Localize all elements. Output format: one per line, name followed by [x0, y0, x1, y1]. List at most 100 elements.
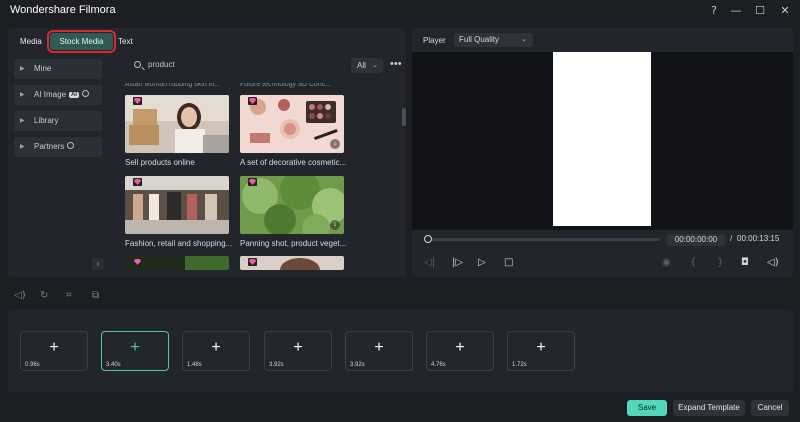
stop-icon[interactable]: □ — [504, 258, 513, 268]
caret-right-icon: ▶ — [20, 118, 25, 124]
add-clip-icon: + — [130, 339, 140, 356]
rotate-icon[interactable]: ↻ — [40, 290, 48, 301]
slot-duration: 1.48s — [187, 362, 202, 368]
stock-thumbnail[interactable] — [125, 256, 229, 270]
chevron-down-icon: ⌄ — [521, 36, 527, 43]
play-icon[interactable]: ▷ — [478, 258, 486, 268]
slot-duration: 3.92s — [350, 362, 365, 368]
playback-progress-bar[interactable] — [428, 238, 660, 241]
close-button[interactable]: ✕ — [776, 3, 794, 19]
slot-duration: 0.96s — [25, 362, 40, 368]
slot-duration: 3.40s — [106, 362, 121, 368]
stock-thumbnail[interactable]: ↓ — [240, 95, 344, 153]
search-input[interactable]: product — [126, 58, 344, 73]
player-panel: Player Full Quality ⌄ 00:00:00:00 / 00:0… — [412, 28, 793, 277]
thumbnail-label: Panning shot, product veget... — [240, 239, 347, 248]
premium-gem-icon — [248, 178, 257, 186]
sidebar-item-label: AI Image — [34, 90, 67, 99]
title-bar: Wondershare Filmora ? — ☐ ✕ — [0, 0, 800, 22]
snapshot-icon[interactable]: ◘ — [741, 258, 749, 268]
minimize-button[interactable]: — — [727, 3, 745, 19]
save-button[interactable]: Save — [627, 400, 667, 416]
clip-slot[interactable]: + 3.92s — [345, 331, 413, 371]
audio-icon[interactable]: ◁) — [14, 290, 26, 301]
tab-media[interactable]: Media — [14, 33, 48, 50]
play-pause-icon[interactable]: |▷ — [452, 258, 463, 268]
clip-slot[interactable]: + 1.48s — [182, 331, 250, 371]
ai-badge: AI — [69, 92, 80, 98]
download-icon[interactable]: ↓ — [330, 220, 340, 230]
slot-duration: 1.72s — [512, 362, 527, 368]
cut-off-label: Asian woman rubbing skin in... — [125, 83, 220, 88]
premium-gem-icon — [248, 97, 257, 105]
premium-gem-icon — [133, 178, 142, 186]
add-clip-icon: + — [293, 339, 303, 356]
quality-dropdown[interactable]: Full Quality ⌄ — [454, 33, 533, 47]
quality-value: Full Quality — [459, 35, 500, 44]
chevron-down-icon: ⌄ — [372, 62, 378, 69]
clip-slot[interactable]: + 3.40s — [101, 331, 169, 371]
expand-template-button[interactable]: Expand Template — [673, 400, 745, 416]
current-timecode[interactable]: 00:00:00:00 — [667, 234, 725, 246]
cancel-button[interactable]: Cancel — [751, 400, 789, 416]
thumbnail-label: A set of decorative cosmetic... — [240, 158, 347, 167]
filter-dropdown[interactable]: All ⌄ — [351, 58, 383, 73]
results-scrollbar[interactable] — [402, 108, 406, 126]
sidebar-item-library[interactable]: ▶ Library — [14, 111, 102, 131]
render-preview-icon[interactable]: ◉ — [662, 258, 671, 268]
mark-out-icon[interactable]: } — [717, 258, 723, 268]
thumbnail-label: Sell products online — [125, 158, 195, 167]
slot-duration: 4.76s — [431, 362, 446, 368]
stock-thumbnail[interactable] — [125, 95, 229, 153]
replace-icon[interactable]: ⧉ — [92, 290, 99, 301]
sidebar-item-mine[interactable]: ▶ Mine — [14, 59, 102, 79]
stock-thumbnail[interactable]: ↓ — [240, 176, 344, 234]
playhead-handle[interactable] — [424, 235, 432, 243]
template-timeline: + 0.96s + 3.40s + 1.48s + 3.92s + 3.92s … — [8, 310, 793, 392]
tab-text[interactable]: Text — [112, 33, 139, 50]
collapse-sidebar-icon[interactable]: ‹ — [92, 258, 104, 270]
sidebar-item-label-wrap: AI Image AI — [34, 90, 90, 99]
info-icon[interactable] — [82, 90, 90, 97]
sidebar-item-partners[interactable]: ▶ Partners — [14, 137, 102, 157]
thumbnail-label: Fashion, retail and shopping... — [125, 239, 233, 248]
sidebar-item-label: Partners — [34, 142, 65, 151]
total-timecode: 00:00:13:15 — [737, 234, 780, 243]
clip-slot[interactable]: + 3.92s — [264, 331, 332, 371]
slot-duration: 3.92s — [269, 362, 284, 368]
more-options-icon[interactable]: ••• — [390, 58, 402, 70]
app-title: Wondershare Filmora — [10, 4, 116, 16]
add-clip-icon: + — [536, 339, 546, 356]
add-clip-icon: + — [374, 339, 384, 356]
add-clip-icon: + — [49, 339, 59, 356]
clip-slot[interactable]: + 4.76s — [426, 331, 494, 371]
info-icon[interactable] — [67, 142, 75, 149]
maximize-button[interactable]: ☐ — [751, 3, 769, 19]
stock-thumbnail[interactable] — [240, 256, 344, 270]
stock-thumbnail[interactable] — [125, 176, 229, 234]
preview-canvas — [553, 52, 651, 226]
search-value: product — [148, 60, 175, 69]
tab-stock-media[interactable]: Stock Media — [47, 30, 116, 53]
previous-frame-icon[interactable]: ◁| — [424, 258, 435, 268]
volume-icon[interactable]: ◁) — [767, 258, 779, 268]
download-icon[interactable]: ↓ — [330, 139, 340, 149]
player-label: Player — [423, 36, 446, 45]
filter-value: All — [357, 61, 366, 70]
add-clip-icon: + — [455, 339, 465, 356]
help-icon[interactable]: ? — [705, 3, 723, 19]
mark-in-icon[interactable]: { — [690, 258, 696, 268]
sidebar-item-label: Mine — [34, 64, 52, 73]
caret-right-icon: ▶ — [20, 66, 25, 72]
caret-right-icon: ▶ — [20, 144, 25, 150]
premium-gem-icon — [248, 258, 257, 266]
premium-gem-icon — [133, 97, 142, 105]
sidebar-item-label-wrap: Partners — [34, 142, 75, 151]
search-icon — [134, 61, 141, 68]
sidebar-item-label: Library — [34, 116, 59, 125]
crop-icon[interactable]: ⌗ — [66, 290, 72, 301]
add-clip-icon: + — [211, 339, 221, 356]
clip-slot[interactable]: + 1.72s — [507, 331, 575, 371]
sidebar-item-ai-image[interactable]: ▶ AI Image AI — [14, 85, 102, 105]
clip-slot[interactable]: + 0.96s — [20, 331, 88, 371]
